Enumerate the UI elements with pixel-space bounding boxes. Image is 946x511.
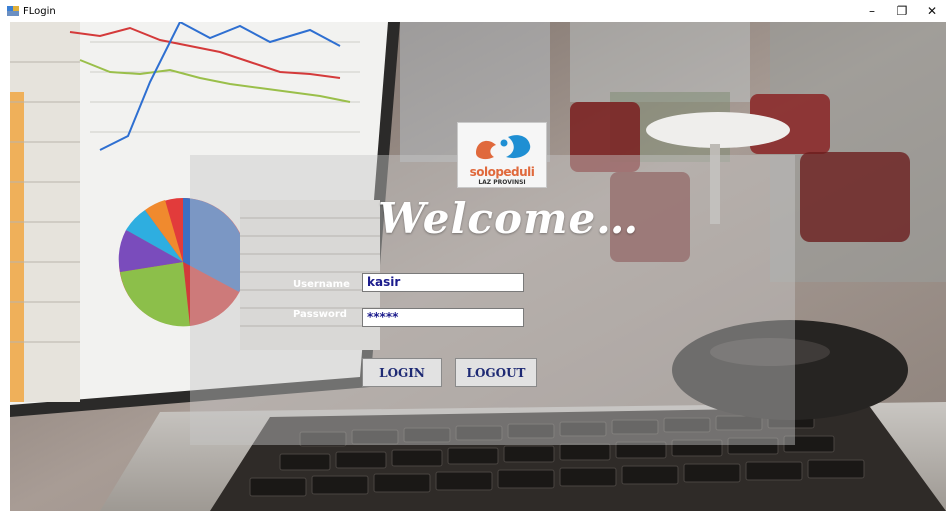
- logo-mark-icon: [476, 135, 531, 160]
- window-title: FLogin: [23, 5, 56, 17]
- close-button[interactable]: ✕: [917, 0, 946, 22]
- logout-button-label: LOGOUT: [466, 365, 526, 380]
- restore-button[interactable]: ❐: [887, 0, 917, 22]
- password-input[interactable]: *****: [362, 308, 524, 327]
- minimize-icon: –: [869, 4, 875, 18]
- username-label: Username: [293, 279, 350, 290]
- restore-icon: ❐: [896, 4, 908, 18]
- password-label: Password: [293, 309, 347, 320]
- logo-word: solopeduli: [469, 165, 535, 179]
- login-button[interactable]: LOGIN: [362, 358, 442, 387]
- welcome-heading: Welcome…: [378, 194, 640, 243]
- title-bar: FLogin: [0, 0, 946, 22]
- username-input[interactable]: kasir: [362, 273, 524, 292]
- login-button-label: LOGIN: [379, 365, 425, 380]
- logo-subtitle: LAZ PROVINSI: [478, 179, 526, 186]
- minimize-button[interactable]: –: [857, 0, 887, 22]
- app-icon: [7, 6, 19, 16]
- logo: solopeduli LAZ PROVINSI: [457, 122, 547, 188]
- close-icon: ✕: [926, 4, 938, 18]
- logout-button[interactable]: LOGOUT: [455, 358, 537, 387]
